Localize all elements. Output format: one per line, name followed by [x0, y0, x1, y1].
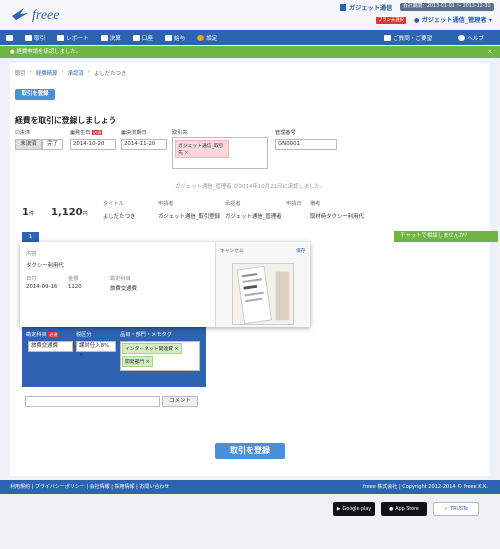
- breadcrumb-link[interactable]: 承認済: [68, 69, 84, 77]
- issue-date-input[interactable]: 2014-10-20: [70, 139, 116, 150]
- success-alert: ● 経費申請を承認しました。 ×: [0, 46, 500, 58]
- approver-value: ガジェット通信_管理者: [225, 214, 282, 220]
- close-icon[interactable]: ×: [487, 46, 492, 58]
- tax-select[interactable]: 課対仕入8% ×: [76, 341, 116, 358]
- check-icon: ✔: [444, 506, 449, 512]
- breadcrumb: 取引 › 経費精算 › 承認済 › よしだたつき: [15, 69, 127, 77]
- page-title: 経費を取引に登録しましょう: [15, 116, 117, 125]
- google-play-badge[interactable]: ▶ Google play: [333, 502, 375, 516]
- main-nav: 取引 レポート 決算 口座 給与 設定 ご質問・ご要望 ヘルプ: [0, 30, 500, 45]
- nav-deal[interactable]: 取引: [19, 30, 51, 45]
- due-date-input[interactable]: 2014-11-20: [121, 139, 167, 150]
- company-name[interactable]: ガジェット通信: [340, 3, 392, 12]
- remove-icon: ×: [79, 352, 84, 358]
- applicant-value: ガジェット通信_取引登録: [158, 214, 220, 220]
- breadcrumb-current: よしだたつき: [94, 71, 127, 77]
- receipt-image[interactable]: [232, 263, 294, 325]
- partner-label: 取引先: [172, 130, 188, 136]
- tag-item[interactable]: 開発部門 ×: [122, 356, 153, 367]
- amount-value: 1,120円: [51, 207, 88, 218]
- period-badge: 会計期間：2013-01-01 〜 2013-12-31: [400, 3, 494, 11]
- tag-field[interactable]: インターネット関連費 × 開発部門 ×: [120, 341, 200, 371]
- report-icon: [57, 34, 65, 41]
- remove-icon: ×: [145, 360, 150, 365]
- settlement-icon: [100, 34, 108, 41]
- nav-settings[interactable]: 設定: [191, 30, 223, 45]
- breadcrumb-link[interactable]: 経費精算: [36, 69, 58, 77]
- check-icon: ●: [10, 49, 15, 55]
- nav-home[interactable]: [0, 30, 19, 45]
- help-icon: [458, 34, 466, 41]
- issue-date-label: ▦発生日 必須: [70, 130, 103, 136]
- comment-input[interactable]: [25, 396, 160, 407]
- count-value: 1件: [22, 207, 34, 218]
- amount-value-card: 1120: [68, 284, 82, 290]
- account-label: 勘定科目 必須: [26, 332, 59, 338]
- comment-button[interactable]: コメント: [162, 396, 198, 407]
- deal-icon: [25, 34, 32, 41]
- title-value: よしだたつき: [103, 214, 136, 220]
- building-icon: [340, 4, 346, 11]
- tag-item[interactable]: インターネット関連費 ×: [122, 343, 182, 354]
- applicant-label: 申請者: [158, 201, 174, 207]
- apple-icon: ●: [389, 506, 394, 512]
- settled-toggle[interactable]: 完了: [42, 139, 63, 150]
- apply-date-label: 申請日: [286, 201, 302, 207]
- partner-tag[interactable]: ガジェット通信_取引先 ×: [175, 140, 229, 158]
- footer: 利用規約 | プライバシーポリシー | 会社情報 | 採用情報 | お問い合わせ…: [0, 480, 500, 494]
- manage-no-input[interactable]: GN0001: [275, 139, 337, 150]
- content-value: タクシー利用代: [26, 263, 64, 269]
- title-label: タイトル: [103, 201, 124, 207]
- feedback-link[interactable]: ご質問・ご要望: [378, 30, 438, 45]
- date-value: 2014-09-16: [26, 284, 58, 290]
- plan-badge[interactable]: プラン未選択: [376, 17, 406, 24]
- item-label: 品目・部門・メモタグ: [120, 332, 172, 338]
- logo-text: freee: [32, 8, 59, 23]
- cancel-link[interactable]: キャンセル: [220, 247, 244, 254]
- content-label: 内容: [26, 251, 37, 257]
- partner-field[interactable]: ガジェット通信_取引先 ×: [172, 137, 268, 169]
- settlement-label: ☑決済: [15, 130, 31, 136]
- manage-no-label: 管理番号: [275, 130, 296, 136]
- nav-payroll[interactable]: 給与: [159, 30, 191, 45]
- user-menu[interactable]: ● ガジェット通信_管理者 ▾: [414, 15, 492, 24]
- unsettled-toggle[interactable]: 未決済: [15, 139, 42, 150]
- wallet-icon: [132, 34, 140, 41]
- approval-note: ガジェット通信_管理者 が2014年10月21日に承認しました。: [175, 184, 326, 190]
- approver-label: 承認者: [225, 201, 241, 207]
- remove-icon: ×: [174, 347, 179, 352]
- mail-icon: [384, 34, 392, 41]
- app-store-badge[interactable]: ● App Store: [381, 502, 427, 516]
- settings-icon: [197, 34, 205, 41]
- nav-wallet[interactable]: 口座: [127, 30, 159, 45]
- due-date-label: ▦決済期日: [121, 130, 147, 136]
- home-icon: [6, 34, 13, 41]
- footer-links[interactable]: 利用規約 | プライバシーポリシー | 会社情報 | 採用情報 | お問い合わせ: [10, 484, 169, 490]
- amount-label: 金額: [68, 276, 79, 282]
- freee-logo[interactable]: freee: [10, 4, 90, 24]
- remove-icon: ×: [184, 151, 189, 156]
- account-label-card: 勘定科目: [110, 276, 131, 282]
- date-label: 日付: [26, 276, 37, 282]
- breadcrumb-item: 取引: [15, 71, 26, 77]
- register-deal-button[interactable]: 取引を登録: [215, 443, 285, 459]
- register-deal-button-top[interactable]: 取引を登録: [15, 89, 55, 100]
- copyright: freee 株式会社 | Copyright 2012-2014 © freee…: [362, 484, 488, 490]
- save-link[interactable]: 保存: [296, 247, 306, 254]
- account-value-card: 旅費交通費: [110, 286, 137, 292]
- nav-settlement[interactable]: 決算: [95, 30, 127, 45]
- user-icon: ●: [414, 17, 420, 24]
- account-select[interactable]: 旅費交通費: [28, 341, 73, 352]
- nav-report[interactable]: レポート: [51, 30, 94, 45]
- detail-form: 勘定科目 必須 旅費交通費 税区分 課対仕入8% × 品目・部門・メモタグ イン…: [22, 327, 206, 387]
- payroll-icon: [165, 34, 172, 41]
- help-link[interactable]: ヘルプ: [452, 30, 490, 45]
- remark-label: 備考: [310, 201, 321, 207]
- chevron-down-icon: ▾: [488, 17, 492, 24]
- chat-button[interactable]: チャットで相談しませんか？: [394, 231, 498, 242]
- truste-badge[interactable]: ✔ TRUSTe: [433, 502, 479, 516]
- play-icon: ▶: [336, 506, 341, 512]
- remark-value: 取材時タクシー利用代: [310, 214, 364, 220]
- tax-label: 税区分: [76, 332, 92, 338]
